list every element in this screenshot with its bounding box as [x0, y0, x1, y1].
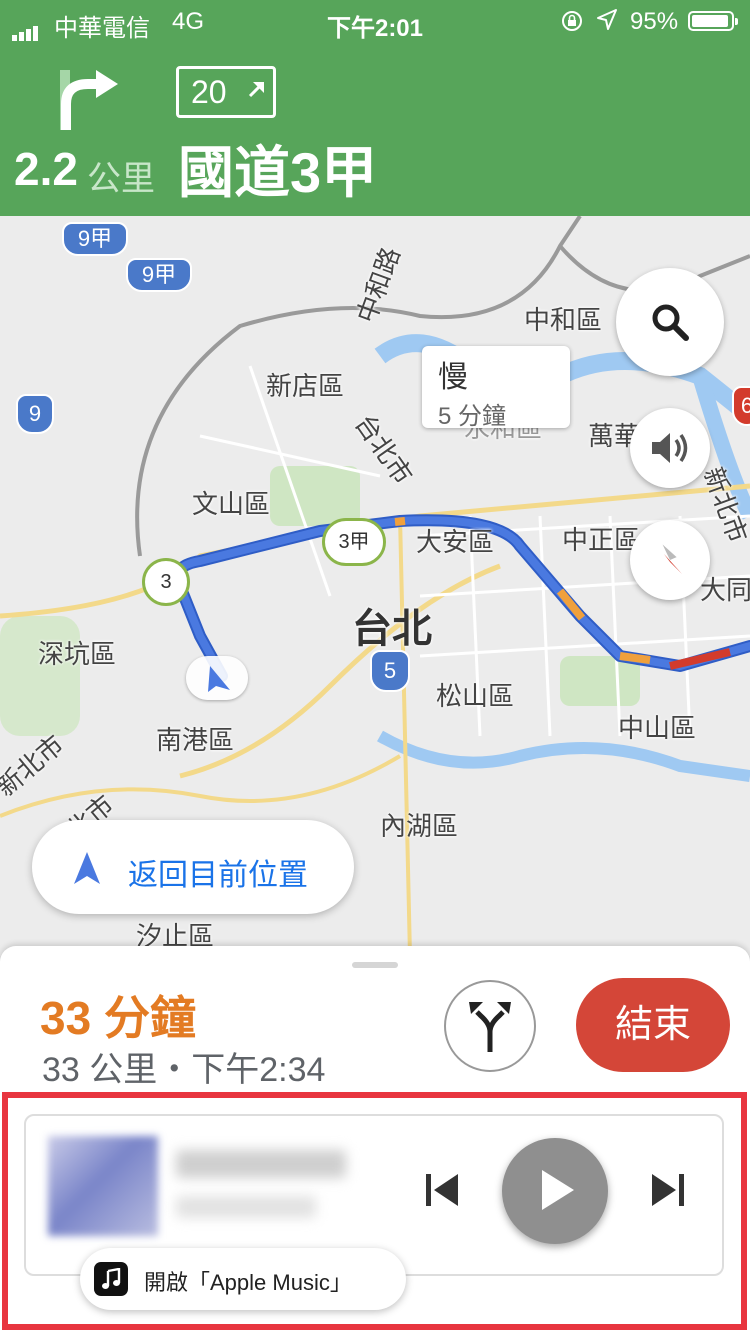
track-artist-blurred — [176, 1196, 316, 1218]
navigation-arrow-icon — [74, 852, 100, 884]
open-apple-music-label: 開啟「Apple Music」 — [144, 1270, 352, 1295]
eta-duration: 33 分鐘 — [40, 992, 196, 1044]
battery-icon — [688, 11, 738, 31]
location-arrow-icon — [597, 9, 617, 30]
traffic-delay: 5 分鐘 — [438, 403, 507, 430]
map-label-zhongshan: 中山區 — [618, 713, 697, 743]
recenter-button[interactable]: 返回目前位置 — [32, 820, 354, 914]
highway-shield-9a-top: 9甲 — [62, 222, 128, 256]
map-label-songshan: 松山區 — [436, 681, 515, 711]
turn-right-icon — [60, 70, 118, 130]
play-icon — [542, 1170, 574, 1210]
road-name: 國道3甲 — [178, 141, 378, 204]
highway-shield-9: 9 — [16, 394, 54, 434]
arrow-up-right-icon — [248, 82, 264, 98]
volume-icon — [652, 433, 688, 463]
volume-button[interactable] — [630, 408, 710, 488]
highway-shield-6: 6 — [732, 386, 750, 426]
status-bar: 中華電信 4G 下午2:01 95% — [0, 0, 750, 44]
trip-sheet[interactable]: 33 分鐘 33 公里・下午2:34 結束 開啟「Apple Music」 — [0, 946, 750, 1334]
exit-sign: 20 — [176, 66, 276, 118]
exit-number: 20 — [191, 74, 227, 110]
traffic-info-bubble[interactable]: 慢 5 分鐘 — [422, 346, 570, 430]
map-label-zhongzheng: 中正區 — [562, 525, 641, 555]
map-label-xindian: 新店區 — [266, 371, 345, 401]
play-button[interactable] — [502, 1138, 608, 1244]
alternate-routes-button[interactable] — [444, 980, 536, 1072]
sheet-drag-handle[interactable] — [352, 962, 398, 968]
current-location-marker — [186, 656, 248, 700]
end-navigation-button[interactable]: 結束 — [576, 978, 730, 1072]
map-label-wenshan: 文山區 — [192, 489, 271, 519]
turn-distance-unit: 公里 — [87, 160, 155, 198]
map-label-datong: 大同區 — [700, 575, 750, 605]
map-label-taipei: 台北 — [352, 607, 432, 651]
map-label-zhonghe: 中和區 — [524, 305, 603, 335]
orientation-lock-icon — [562, 11, 582, 31]
battery-percent: 95% — [630, 8, 679, 35]
highway-marker-3: 3 — [142, 558, 190, 606]
navigation-arrow-icon — [208, 666, 230, 692]
traffic-status: 慢 — [438, 361, 468, 394]
navigation-header[interactable]: 2.2 公里 20 國道3甲 — [0, 44, 750, 216]
track-title-blurred — [176, 1150, 346, 1178]
skip-previous-icon[interactable] — [424, 1172, 460, 1208]
alternate-routes-icon — [469, 1002, 511, 1052]
highway-shield-5: 5 — [370, 650, 410, 692]
compass-button[interactable] — [630, 520, 710, 600]
music-note-icon — [94, 1262, 128, 1296]
map-label-shenkeng: 深坑區 — [38, 639, 117, 669]
search-icon — [652, 304, 689, 341]
highway-marker-3a: 3甲 — [322, 518, 386, 566]
skip-next-icon[interactable] — [650, 1172, 686, 1208]
recenter-label: 返回目前位置 — [128, 859, 308, 892]
map-label-nangang: 南港區 — [156, 725, 235, 755]
compass-icon — [662, 544, 682, 574]
open-apple-music-button[interactable]: 開啟「Apple Music」 — [80, 1248, 406, 1310]
search-button[interactable] — [616, 268, 724, 376]
map-label-neihu: 內湖區 — [380, 811, 459, 841]
map-view[interactable]: 中和區 新店區 文山區 大安區 中正區 萬華區 深坑區 南港區 松山區 中山區 … — [0, 216, 750, 956]
trip-distance-arrival: 33 公里・下午2:34 — [42, 1051, 326, 1089]
highway-shield-9a: 9甲 — [126, 258, 192, 292]
album-art — [48, 1136, 158, 1236]
turn-distance: 2.2 — [14, 143, 78, 195]
map-label-daan: 大安區 — [416, 527, 495, 557]
